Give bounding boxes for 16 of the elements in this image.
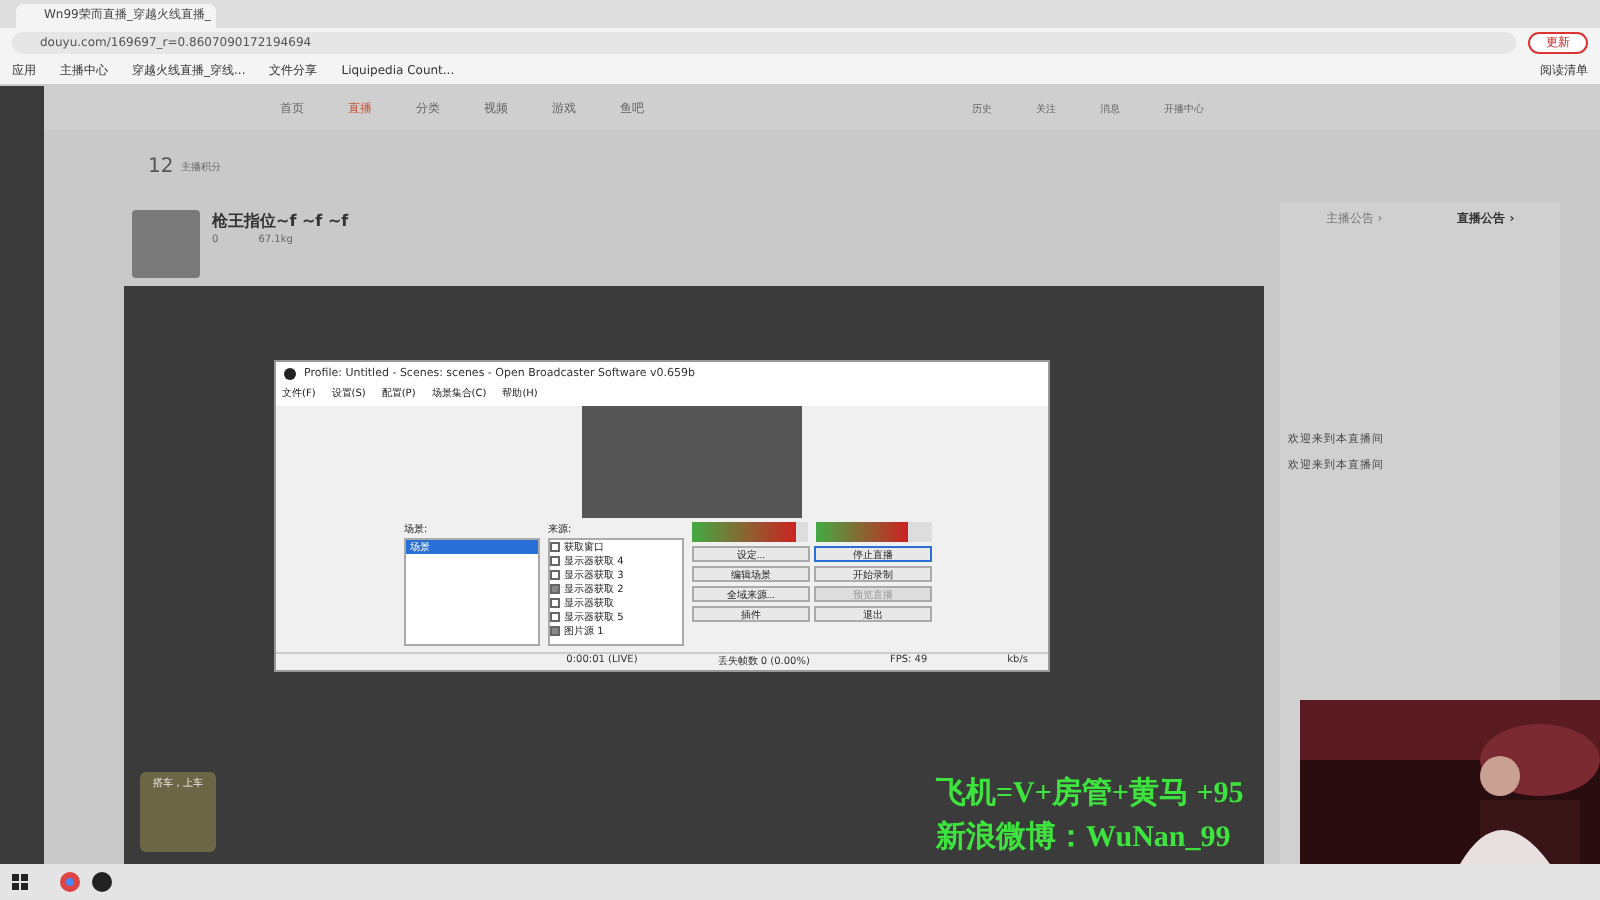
score-count: 12 [148, 155, 174, 177]
source-checkbox[interactable] [550, 612, 560, 622]
source-checkbox[interactable] [550, 598, 560, 608]
browser-icon[interactable] [60, 872, 80, 892]
streamer-avatar [132, 210, 200, 278]
overlay-text: 新浪微博：WuNan_99 [936, 818, 1233, 858]
overlay-text: 飞机=V+房管+黄马 +95 [936, 774, 1244, 814]
source-checkbox[interactable] [550, 584, 560, 594]
record-app-icon[interactable] [92, 872, 112, 892]
app-icon [284, 368, 296, 380]
room-title: 枪王指位~f ~f ~f [212, 210, 349, 232]
source-checkbox[interactable] [550, 626, 560, 636]
source-checkbox[interactable] [550, 570, 560, 580]
windows-start-icon[interactable] [12, 874, 28, 890]
source-checkbox[interactable] [550, 556, 560, 566]
source-checkbox[interactable] [550, 542, 560, 552]
